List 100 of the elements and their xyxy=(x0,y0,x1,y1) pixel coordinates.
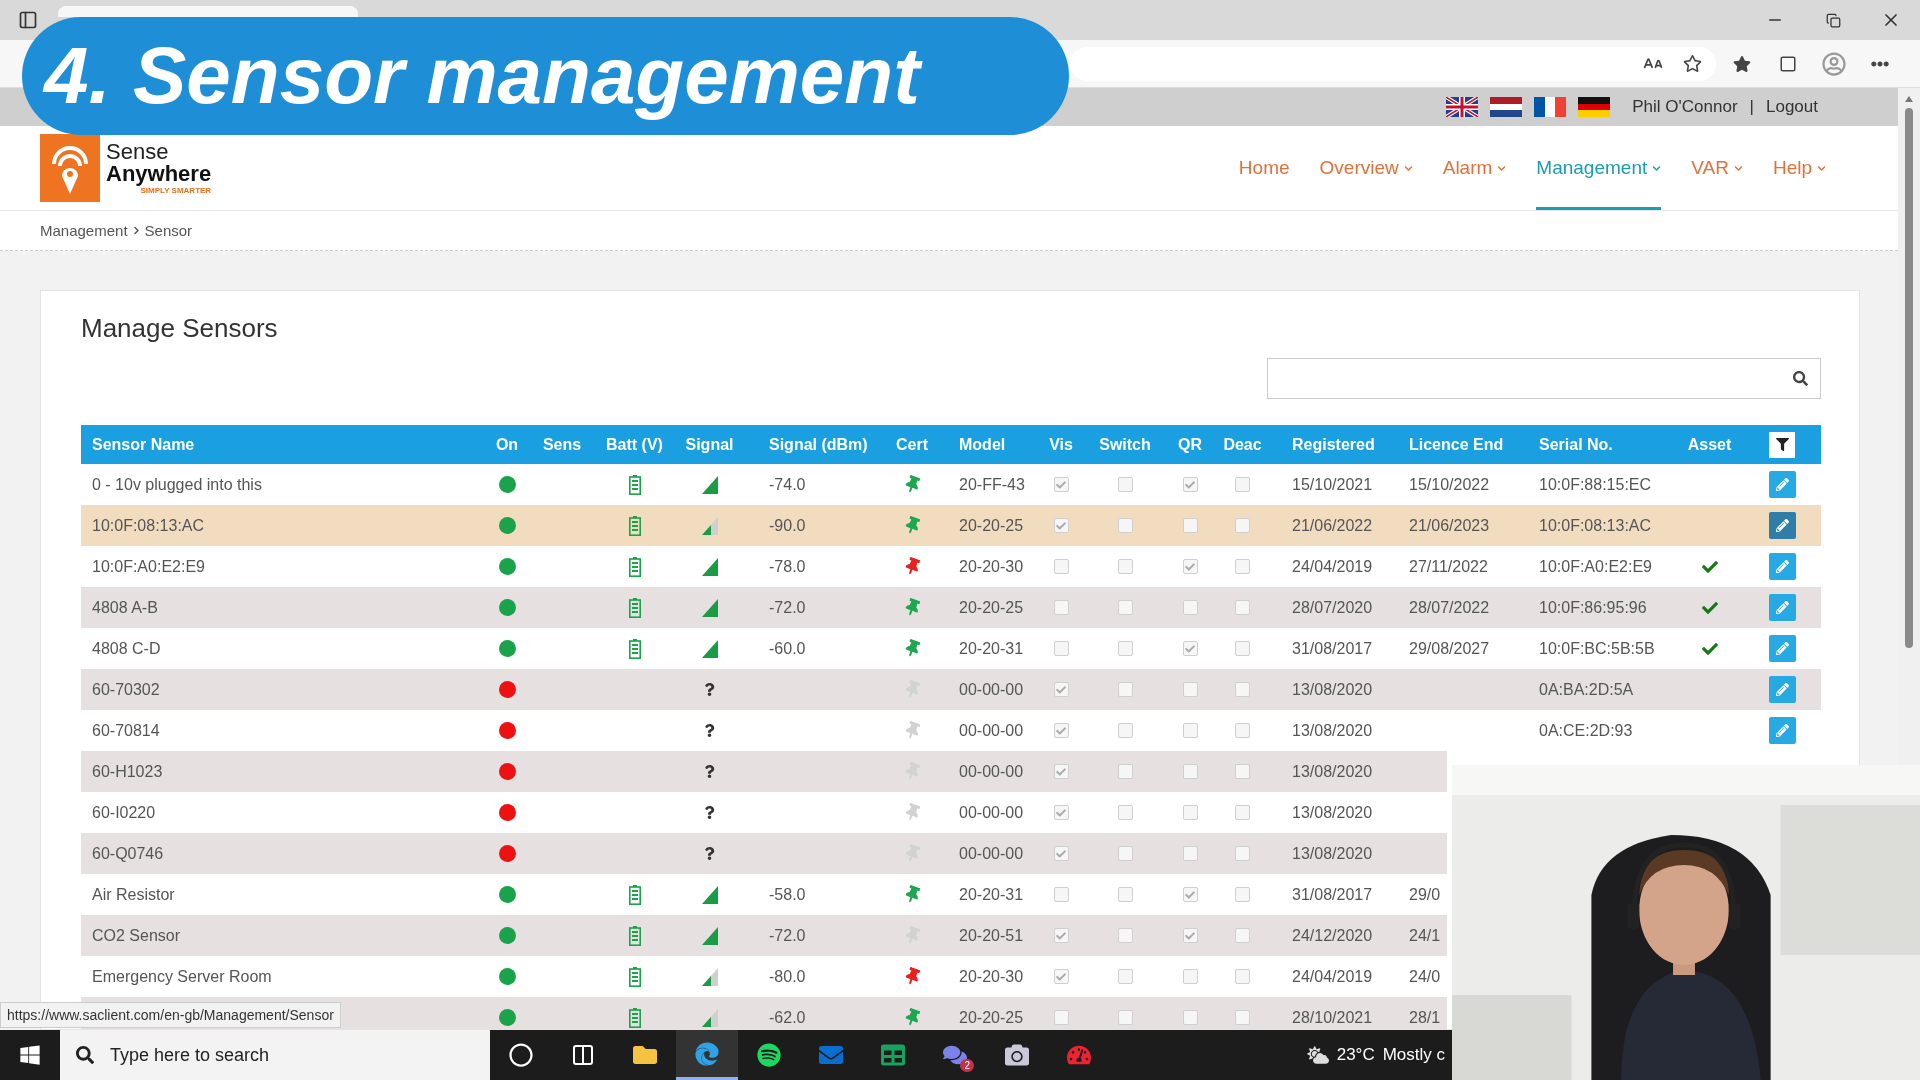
model-code: 20-20-30 xyxy=(958,557,1024,576)
column-header[interactable]: Vis xyxy=(1037,435,1085,454)
windows-icon[interactable] xyxy=(19,1044,41,1066)
model-code: 20-20-25 xyxy=(958,516,1024,535)
licence-end-date: 29/08/2027 xyxy=(1408,639,1490,658)
notification-badge: 2 xyxy=(960,1059,974,1072)
table-row[interactable]: 4808 A-B -72.0 20-20-25 28/07/2020 28/07/2022 10:0F:86:95:96 xyxy=(81,587,1821,628)
signal-value: -74.0 xyxy=(768,475,806,494)
model-code: 20-20-31 xyxy=(958,639,1024,658)
pencil-icon[interactable] xyxy=(1775,478,1789,491)
table-row[interactable]: 60-H1023 00-00-00 13/08/2020 xyxy=(81,751,1447,792)
taskbar-search-field[interactable]: Type here to search xyxy=(108,1043,468,1067)
logout-link[interactable]: Logout xyxy=(1766,97,1818,117)
pencil-icon[interactable] xyxy=(1775,519,1789,532)
column-header[interactable]: Sens xyxy=(527,435,597,454)
column-header[interactable]: Switch xyxy=(1085,435,1165,454)
model-code: 20-FF-43 xyxy=(958,475,1025,494)
nav-item[interactable]: Home xyxy=(1238,126,1290,210)
model-code: 00-00-00 xyxy=(958,803,1024,822)
logo-text: Sense xyxy=(106,141,170,163)
edit-button[interactable] xyxy=(1768,553,1796,580)
chevron-down-icon xyxy=(1652,163,1662,173)
nav-item[interactable]: Help xyxy=(1772,126,1826,210)
column-header[interactable]: Registered xyxy=(1270,435,1387,454)
task-view-icon[interactable] xyxy=(571,1043,595,1067)
column-header[interactable]: Deac xyxy=(1215,435,1270,454)
serial-number: 0A:CE:2D:93 xyxy=(1538,721,1633,740)
filter-button[interactable] xyxy=(1769,431,1795,458)
model-code: 00-00-00 xyxy=(958,721,1024,740)
camera-icon[interactable] xyxy=(1005,1043,1029,1067)
table-row[interactable]: 10:0F:08:13:AC -90.0 20-20-25 21/06/2022 21/06/2023 10:0F:08:13:AC xyxy=(81,505,1821,546)
column-header[interactable]: Signal (dBm) xyxy=(747,435,887,454)
nav-item[interactable]: VAR xyxy=(1691,126,1743,210)
model-code: 00-00-00 xyxy=(958,680,1024,699)
column-header[interactable]: Licence End xyxy=(1387,435,1517,454)
filter-icon[interactable] xyxy=(1775,438,1789,451)
breadcrumb-link[interactable]: Management xyxy=(40,222,128,239)
column-header[interactable]: QR xyxy=(1165,435,1215,454)
licence-end-date: 15/10/2022 xyxy=(1408,475,1490,494)
model-code: 20-20-31 xyxy=(958,885,1024,904)
favorite-icon[interactable] xyxy=(1683,54,1702,73)
spreadsheet-icon[interactable] xyxy=(881,1043,905,1067)
column-header[interactable]: Sensor Name xyxy=(81,435,487,454)
gauge-icon[interactable] xyxy=(1067,1043,1091,1067)
mail-icon[interactable] xyxy=(819,1043,843,1067)
pencil-icon[interactable] xyxy=(1775,601,1789,614)
sensor-name: 0 - 10v plugged into this xyxy=(91,475,262,494)
edit-button[interactable] xyxy=(1768,594,1796,621)
sensor-name: 60-70302 xyxy=(91,680,160,699)
chevron-down-icon xyxy=(1817,163,1826,173)
column-header[interactable]: Model xyxy=(937,435,1037,454)
column-header[interactable]: Serial No. xyxy=(1517,435,1667,454)
nav-item[interactable]: Alarm xyxy=(1442,126,1507,210)
licence-end-date: 27/11/2022 xyxy=(1408,557,1488,576)
battery-icon xyxy=(628,1007,641,1028)
taskbar-app-button[interactable]: 2 xyxy=(924,1030,986,1080)
edit-button[interactable] xyxy=(1768,717,1796,744)
search-icon[interactable] xyxy=(1793,371,1808,386)
table-row[interactable]: 60-Q0746 00-00-00 13/08/2020 xyxy=(81,833,1447,874)
chevron-down-icon xyxy=(1497,163,1507,173)
battery-icon xyxy=(628,638,641,659)
column-header[interactable]: Asset xyxy=(1667,435,1752,454)
restore-icon[interactable] xyxy=(1825,12,1841,28)
taskbar-search-box[interactable]: Type here to search xyxy=(60,1030,490,1080)
column-header[interactable]: Signal xyxy=(672,435,747,454)
serial-number: 10:0F:A0:E2:E9 xyxy=(1538,557,1652,576)
edit-button[interactable] xyxy=(1768,471,1796,498)
folder-icon[interactable] xyxy=(633,1043,657,1067)
scrollbar-thumb[interactable] xyxy=(1905,108,1913,648)
registered-date: 28/07/2020 xyxy=(1291,598,1373,617)
sensor-name: Air Resistor xyxy=(91,885,175,904)
edit-button[interactable] xyxy=(1768,512,1796,539)
chevron-right-icon xyxy=(131,226,141,235)
nav-item[interactable]: Overview xyxy=(1319,126,1413,210)
music-icon[interactable] xyxy=(757,1043,781,1067)
column-header[interactable]: Cert xyxy=(887,435,937,454)
edit-button[interactable] xyxy=(1768,635,1796,662)
model-code: 00-00-00 xyxy=(958,844,1024,863)
table-row[interactable]: 60-70302 00-00-00 13/08/2020 0A:BA:2D:5A xyxy=(81,669,1821,710)
pencil-icon[interactable] xyxy=(1775,683,1789,696)
signal-value: -60.0 xyxy=(768,639,806,658)
browser-icon[interactable] xyxy=(695,1041,719,1066)
breadcrumb-link[interactable]: Sensor xyxy=(144,222,193,239)
edit-button[interactable] xyxy=(1768,676,1796,703)
registered-date: 31/08/2017 xyxy=(1291,639,1373,658)
column-header[interactable]: Batt (V) xyxy=(597,435,672,454)
scroll-up-icon[interactable] xyxy=(1905,96,1913,102)
pencil-icon[interactable] xyxy=(1775,642,1789,655)
logo-tagline: SIMPLY SMARTER xyxy=(140,187,212,195)
pencil-icon[interactable] xyxy=(1775,724,1789,737)
table-row[interactable]: CO2 Sensor -72.0 20-20-51 24/12/2020 24/1 xyxy=(81,915,1447,956)
chat-icon[interactable] xyxy=(943,1043,967,1067)
signal-value: -72.0 xyxy=(768,926,806,945)
pencil-icon[interactable] xyxy=(1775,560,1789,573)
search-field[interactable] xyxy=(1267,358,1821,399)
address-field[interactable] xyxy=(1070,46,1716,81)
sidebar-icon[interactable] xyxy=(18,10,38,30)
column-header[interactable]: On xyxy=(487,435,527,454)
taskbar-app-button[interactable] xyxy=(676,1030,738,1080)
battery-icon xyxy=(628,884,641,905)
